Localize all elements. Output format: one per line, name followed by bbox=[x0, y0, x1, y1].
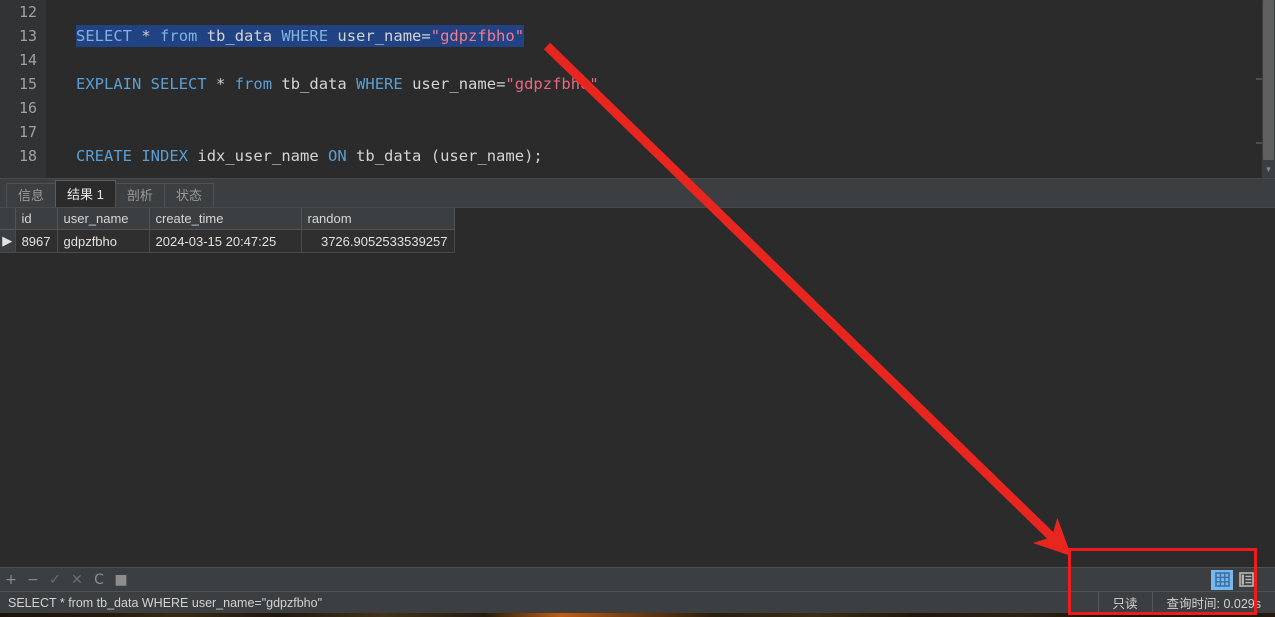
stop-button[interactable]: ■ bbox=[110, 569, 132, 591]
add-row-button[interactable]: + bbox=[0, 569, 22, 591]
line-number: 18 bbox=[18, 147, 37, 165]
line-number: 14 bbox=[18, 51, 37, 69]
form-icon bbox=[1238, 572, 1254, 587]
tab-info[interactable]: 信息 bbox=[6, 183, 57, 207]
token-table: tb_data bbox=[356, 147, 422, 165]
code-line-14[interactable] bbox=[46, 48, 1275, 72]
token-create: CREATE bbox=[76, 147, 132, 165]
cell-user-name[interactable]: gdpzfbho bbox=[57, 229, 150, 253]
view-mode-toggle-group bbox=[1211, 569, 1275, 590]
token-star: * bbox=[141, 27, 151, 45]
cell-id[interactable]: 8967 bbox=[15, 229, 58, 253]
token-on: ON bbox=[328, 147, 347, 165]
form-view-button[interactable] bbox=[1235, 570, 1257, 590]
scrollbar-thumb[interactable] bbox=[1263, 0, 1274, 160]
code-line-13-selected[interactable]: SELECT * from tb_data WHERE user_name="g… bbox=[46, 24, 1275, 48]
status-right-group: 只读 查询时间: 0.029s bbox=[1097, 592, 1275, 613]
code-line-17[interactable] bbox=[46, 120, 1275, 144]
token-from: from bbox=[234, 75, 273, 93]
tab-result-1[interactable]: 结果 1 bbox=[55, 180, 116, 207]
tab-profile[interactable]: 剖析 bbox=[114, 183, 165, 207]
code-line-18[interactable]: CREATE INDEX idx_user_name ON tb_data (u… bbox=[46, 144, 1275, 168]
token-equals: = bbox=[496, 75, 506, 93]
token-index-name: idx_user_name bbox=[197, 147, 319, 165]
result-grid-area[interactable]: id user_name create_time random ▶ 8967 g… bbox=[0, 207, 1275, 567]
token-select: SELECT bbox=[76, 27, 132, 45]
column-header-create-time[interactable]: create_time bbox=[149, 208, 302, 230]
column-header-id[interactable]: id bbox=[15, 208, 58, 230]
chevron-down-icon[interactable]: ▾ bbox=[1262, 162, 1275, 176]
grid-icon bbox=[1214, 572, 1230, 587]
token-semicolon: ; bbox=[533, 147, 543, 165]
tab-status[interactable]: 状态 bbox=[163, 183, 214, 207]
column-header-random[interactable]: random bbox=[301, 208, 455, 230]
code-line-12[interactable] bbox=[46, 0, 1275, 24]
editor-gutter: 12 13 14 15 16 17 18 bbox=[0, 0, 46, 178]
token-where: WHERE bbox=[281, 27, 329, 45]
token-table: tb_data bbox=[206, 27, 273, 45]
token-explain: EXPLAIN bbox=[76, 75, 142, 93]
token-string-value: "gdpzfbho" bbox=[430, 27, 525, 45]
sql-client-window: 12 13 14 15 16 17 18 SELECT * from tb_da… bbox=[0, 0, 1275, 617]
row-marker-icon: ▶ bbox=[0, 229, 16, 253]
token-paren-open: ( bbox=[430, 147, 441, 165]
token-table: tb_data bbox=[281, 75, 347, 93]
token-string-value: "gdpzfbho" bbox=[505, 75, 599, 93]
column-header-user-name[interactable]: user_name bbox=[57, 208, 150, 230]
apply-changes-button[interactable]: ✓ bbox=[44, 569, 66, 591]
result-table: id user_name create_time random ▶ 8967 g… bbox=[0, 208, 455, 253]
editor-code-area[interactable]: SELECT * from tb_data WHERE user_name="g… bbox=[46, 0, 1275, 178]
status-query-time: 查询时间: 0.029s bbox=[1151, 592, 1275, 613]
refresh-button[interactable]: C bbox=[88, 569, 110, 591]
code-line-15[interactable]: EXPLAIN SELECT * from tb_data WHERE user… bbox=[46, 72, 1275, 96]
result-tabbar: 信息 结果 1 剖析 状态 bbox=[0, 178, 1275, 207]
row-marker-header bbox=[0, 208, 16, 230]
cell-random[interactable]: 3726.9052533539257 bbox=[301, 229, 455, 253]
token-paren-close: ) bbox=[524, 147, 534, 165]
table-row[interactable]: ▶ 8967 gdpzfbho 2024-03-15 20:47:25 3726… bbox=[0, 229, 455, 253]
token-index: INDEX bbox=[141, 147, 189, 165]
token-select: SELECT bbox=[150, 75, 207, 93]
cancel-changes-button[interactable]: ✕ bbox=[66, 569, 88, 591]
token-from: from bbox=[160, 27, 198, 45]
delete-row-button[interactable]: − bbox=[22, 569, 44, 591]
table-header-row: id user_name create_time random bbox=[0, 208, 455, 230]
token-star: * bbox=[216, 75, 226, 93]
line-number: 15 bbox=[18, 75, 37, 93]
status-readonly-badge: 只读 bbox=[1097, 592, 1152, 613]
token-column: user_name bbox=[337, 27, 422, 45]
sql-editor[interactable]: 12 13 14 15 16 17 18 SELECT * from tb_da… bbox=[0, 0, 1275, 178]
token-where: WHERE bbox=[356, 75, 403, 93]
status-executed-sql: SELECT * from tb_data WHERE user_name="g… bbox=[8, 595, 323, 610]
token-equals: = bbox=[421, 27, 431, 45]
line-number: 12 bbox=[18, 3, 37, 21]
line-number: 17 bbox=[18, 123, 37, 141]
grid-view-button[interactable] bbox=[1211, 569, 1233, 590]
token-column: user_name bbox=[412, 75, 497, 93]
line-number: 13 bbox=[18, 27, 37, 45]
status-bar: SELECT * from tb_data WHERE user_name="g… bbox=[0, 591, 1275, 613]
line-number: 16 bbox=[18, 99, 37, 117]
grid-toolbar: + − ✓ ✕ C ■ bbox=[0, 567, 1275, 591]
editor-vertical-scrollbar[interactable]: ▾ bbox=[1262, 0, 1275, 178]
code-line-16[interactable] bbox=[46, 96, 1275, 120]
desktop-wallpaper-strip bbox=[0, 613, 1275, 617]
cell-create-time[interactable]: 2024-03-15 20:47:25 bbox=[149, 229, 302, 253]
token-column: user_name bbox=[440, 147, 525, 165]
